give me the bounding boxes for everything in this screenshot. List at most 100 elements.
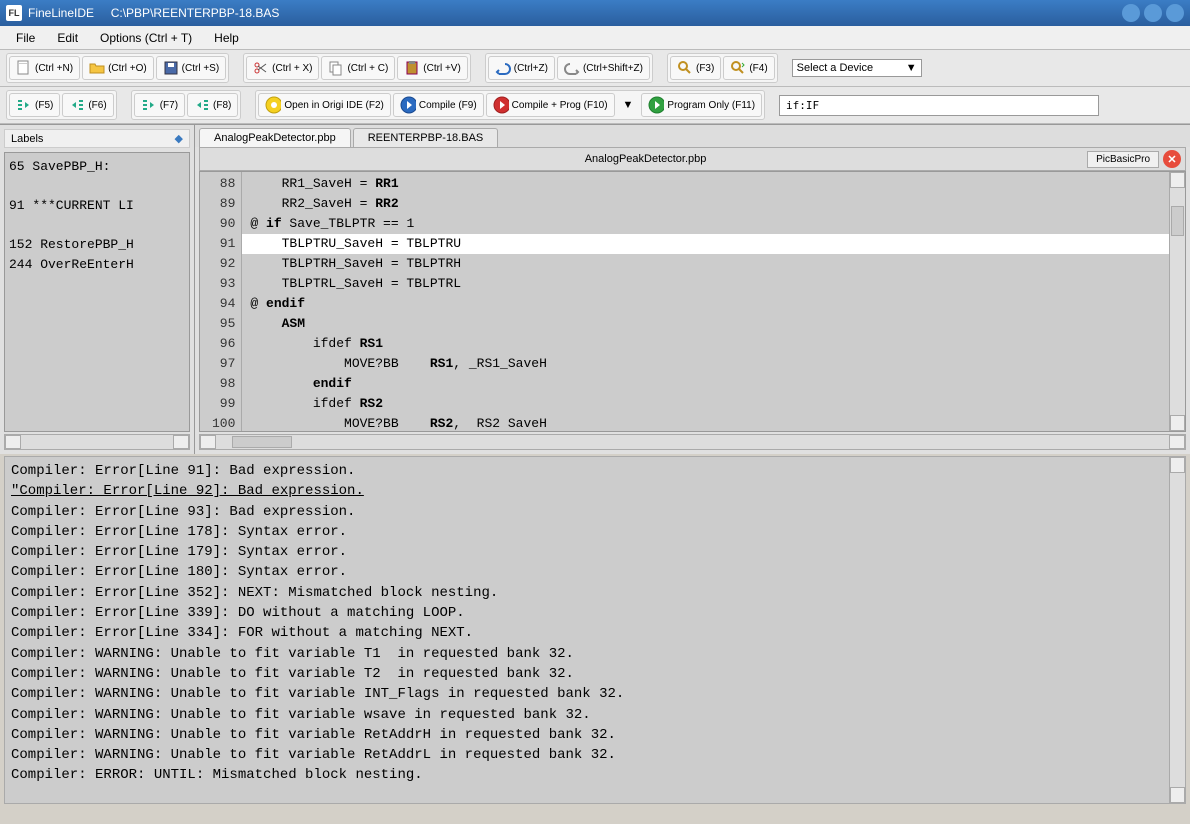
- code-line[interactable]: MOVE?BB RS2, RS2 SaveH: [242, 414, 1169, 431]
- new-file-label: (Ctrl +N): [35, 63, 73, 74]
- output-line[interactable]: Compiler: Error[Line 91]: Bad expression…: [11, 461, 1179, 481]
- output-line[interactable]: Compiler: WARNING: Unable to fit variabl…: [11, 644, 1179, 664]
- scroll-left-icon[interactable]: [5, 435, 21, 449]
- output-line[interactable]: Compiler: Error[Line 334]: FOR without a…: [11, 623, 1179, 643]
- scroll-left-icon[interactable]: [200, 435, 216, 449]
- sidebar-label-item[interactable]: 91 ***CURRENT LI: [9, 196, 185, 216]
- clipboard-icon: [404, 60, 420, 76]
- sidebar-label-list[interactable]: 65 SavePBP_H: 91 ***CURRENT LI 152 Resto…: [4, 152, 190, 432]
- cut-button[interactable]: (Ctrl + X): [246, 56, 319, 80]
- code-line[interactable]: endif: [242, 374, 1169, 394]
- line-number: 97: [212, 354, 235, 374]
- indent-left-f8-button[interactable]: (F8): [187, 93, 238, 117]
- code-line[interactable]: TBLPTRL_SaveH = TBLPTRL: [242, 274, 1169, 294]
- sidebar-header-label: Labels: [11, 133, 43, 145]
- device-select[interactable]: Select a Device ▼: [792, 59, 922, 77]
- sidebar-label-item[interactable]: 65 SavePBP_H:: [9, 157, 185, 177]
- scroll-up-icon[interactable]: [1170, 457, 1185, 473]
- dropdown-arrow-icon[interactable]: ▼: [617, 99, 640, 111]
- find-button[interactable]: (F3): [670, 56, 721, 80]
- menu-edit[interactable]: Edit: [47, 28, 88, 48]
- scroll-thumb[interactable]: [1171, 206, 1184, 236]
- output-line[interactable]: Compiler: Error[Line 178]: Syntax error.: [11, 522, 1179, 542]
- sidebar-labels-dropdown[interactable]: Labels ◆: [4, 129, 190, 148]
- close-document-button[interactable]: ✕: [1163, 150, 1181, 168]
- output-line[interactable]: Compiler: WARNING: Unable to fit variabl…: [11, 664, 1179, 684]
- code-line[interactable]: MOVE?BB RS1, _RS1_SaveH: [242, 354, 1169, 374]
- scroll-down-icon[interactable]: [1170, 787, 1185, 803]
- scroll-track[interactable]: [1170, 473, 1185, 787]
- code-line[interactable]: @ if Save_TBLPTR == 1: [242, 214, 1169, 234]
- close-button[interactable]: [1166, 4, 1184, 22]
- scroll-right-icon[interactable]: [1169, 435, 1185, 449]
- redo-button[interactable]: (Ctrl+Shift+Z): [557, 56, 650, 80]
- editor-vscroll[interactable]: [1169, 172, 1185, 431]
- output-line[interactable]: Compiler: WARNING: Unable to fit variabl…: [11, 725, 1179, 745]
- editor-hscroll[interactable]: [199, 434, 1186, 450]
- tab-reenterpbp-18-bas[interactable]: REENTERPBP-18.BAS: [353, 128, 499, 147]
- output-line[interactable]: Compiler: ERROR: UNTIL: Mismatched block…: [11, 765, 1179, 785]
- circle-yellow-icon: [265, 97, 281, 113]
- code-line[interactable]: RR2_SaveH = RR2: [242, 194, 1169, 214]
- open-file-button[interactable]: (Ctrl +O): [82, 56, 154, 80]
- scroll-right-icon[interactable]: [173, 435, 189, 449]
- code-line[interactable]: ifdef RS2: [242, 394, 1169, 414]
- tab-analogpeakdetector-pbp[interactable]: AnalogPeakDetector.pbp: [199, 128, 351, 147]
- paste-button[interactable]: (Ctrl +V): [397, 56, 468, 80]
- indent-left-icon: [194, 97, 210, 113]
- device-select-value: Select a Device: [797, 62, 873, 74]
- search-replace-icon: [730, 60, 746, 76]
- program-only-label: Program Only (F11): [667, 100, 755, 111]
- open-ide-button[interactable]: Open in Origi IDE (F2): [258, 93, 390, 117]
- output-vscroll[interactable]: [1169, 457, 1185, 803]
- output-line[interactable]: Compiler: Error[Line 179]: Syntax error.: [11, 542, 1179, 562]
- indent-right-f7-button[interactable]: (F7): [134, 93, 185, 117]
- code-line[interactable]: TBLPTRU_SaveH = TBLPTRU: [242, 234, 1169, 254]
- program-only-button[interactable]: Program Only (F11): [641, 93, 762, 117]
- sidebar: Labels ◆ 65 SavePBP_H: 91 ***CURRENT LI …: [0, 125, 195, 454]
- find-label: (F3): [696, 63, 714, 74]
- output-line[interactable]: Compiler: WARNING: Unable to fit variabl…: [11, 745, 1179, 765]
- sidebar-label-item[interactable]: 152 RestorePBP_H: [9, 235, 185, 255]
- chevron-down-icon: ▼: [906, 62, 917, 74]
- output-line[interactable]: Compiler: Error[Line 93]: Bad expression…: [11, 502, 1179, 522]
- replace-button[interactable]: (F4): [723, 56, 774, 80]
- copy-button[interactable]: (Ctrl + C): [321, 56, 395, 80]
- if-condition-input[interactable]: [779, 95, 1099, 116]
- output-line[interactable]: Compiler: Error[Line 352]: NEXT: Mismatc…: [11, 583, 1179, 603]
- indent-right-f5-button[interactable]: (F5): [9, 93, 60, 117]
- code-line[interactable]: TBLPTRH_SaveH = TBLPTRH: [242, 254, 1169, 274]
- scroll-down-icon[interactable]: [1170, 415, 1185, 431]
- sidebar-label-item[interactable]: [9, 177, 185, 197]
- menu-options[interactable]: Options (Ctrl + T): [90, 28, 202, 48]
- output-line[interactable]: Compiler: Error[Line 180]: Syntax error.: [11, 562, 1179, 582]
- compile-button[interactable]: Compile (F9): [393, 93, 484, 117]
- output-line[interactable]: "Compiler: Error[Line 92]: Bad expressio…: [11, 481, 1179, 501]
- code-editor[interactable]: 888990919293949596979899100 RR1_SaveH = …: [199, 171, 1186, 432]
- scroll-track[interactable]: [1170, 188, 1185, 415]
- save-file-button[interactable]: (Ctrl +S): [156, 56, 227, 80]
- maximize-button[interactable]: [1144, 4, 1162, 22]
- output-line[interactable]: Compiler: Error[Line 339]: DO without a …: [11, 603, 1179, 623]
- menu-help[interactable]: Help: [204, 28, 249, 48]
- scroll-thumb[interactable]: [232, 436, 292, 448]
- new-file-button[interactable]: (Ctrl +N): [9, 56, 80, 80]
- scroll-track[interactable]: [216, 435, 1169, 449]
- sidebar-hscroll[interactable]: [4, 434, 190, 450]
- output-line[interactable]: Compiler: WARNING: Unable to fit variabl…: [11, 705, 1179, 725]
- compiler-output[interactable]: Compiler: Error[Line 91]: Bad expression…: [4, 456, 1186, 804]
- undo-button[interactable]: (Ctrl+Z): [488, 56, 555, 80]
- menu-file[interactable]: File: [6, 28, 45, 48]
- code-line[interactable]: @ endif: [242, 294, 1169, 314]
- scroll-up-icon[interactable]: [1170, 172, 1185, 188]
- compile-prog-button[interactable]: Compile + Prog (F10): [486, 93, 615, 117]
- code-line[interactable]: ASM: [242, 314, 1169, 334]
- code-content[interactable]: RR1_SaveH = RR1 RR2_SaveH = RR2@ if Save…: [242, 172, 1169, 431]
- code-line[interactable]: RR1_SaveH = RR1: [242, 174, 1169, 194]
- output-line[interactable]: Compiler: WARNING: Unable to fit variabl…: [11, 684, 1179, 704]
- indent-left-f6-button[interactable]: (F6): [62, 93, 113, 117]
- code-line[interactable]: ifdef RS1: [242, 334, 1169, 354]
- sidebar-label-item[interactable]: [9, 216, 185, 236]
- sidebar-label-item[interactable]: 244 OverReEnterH: [9, 255, 185, 275]
- minimize-button[interactable]: [1122, 4, 1140, 22]
